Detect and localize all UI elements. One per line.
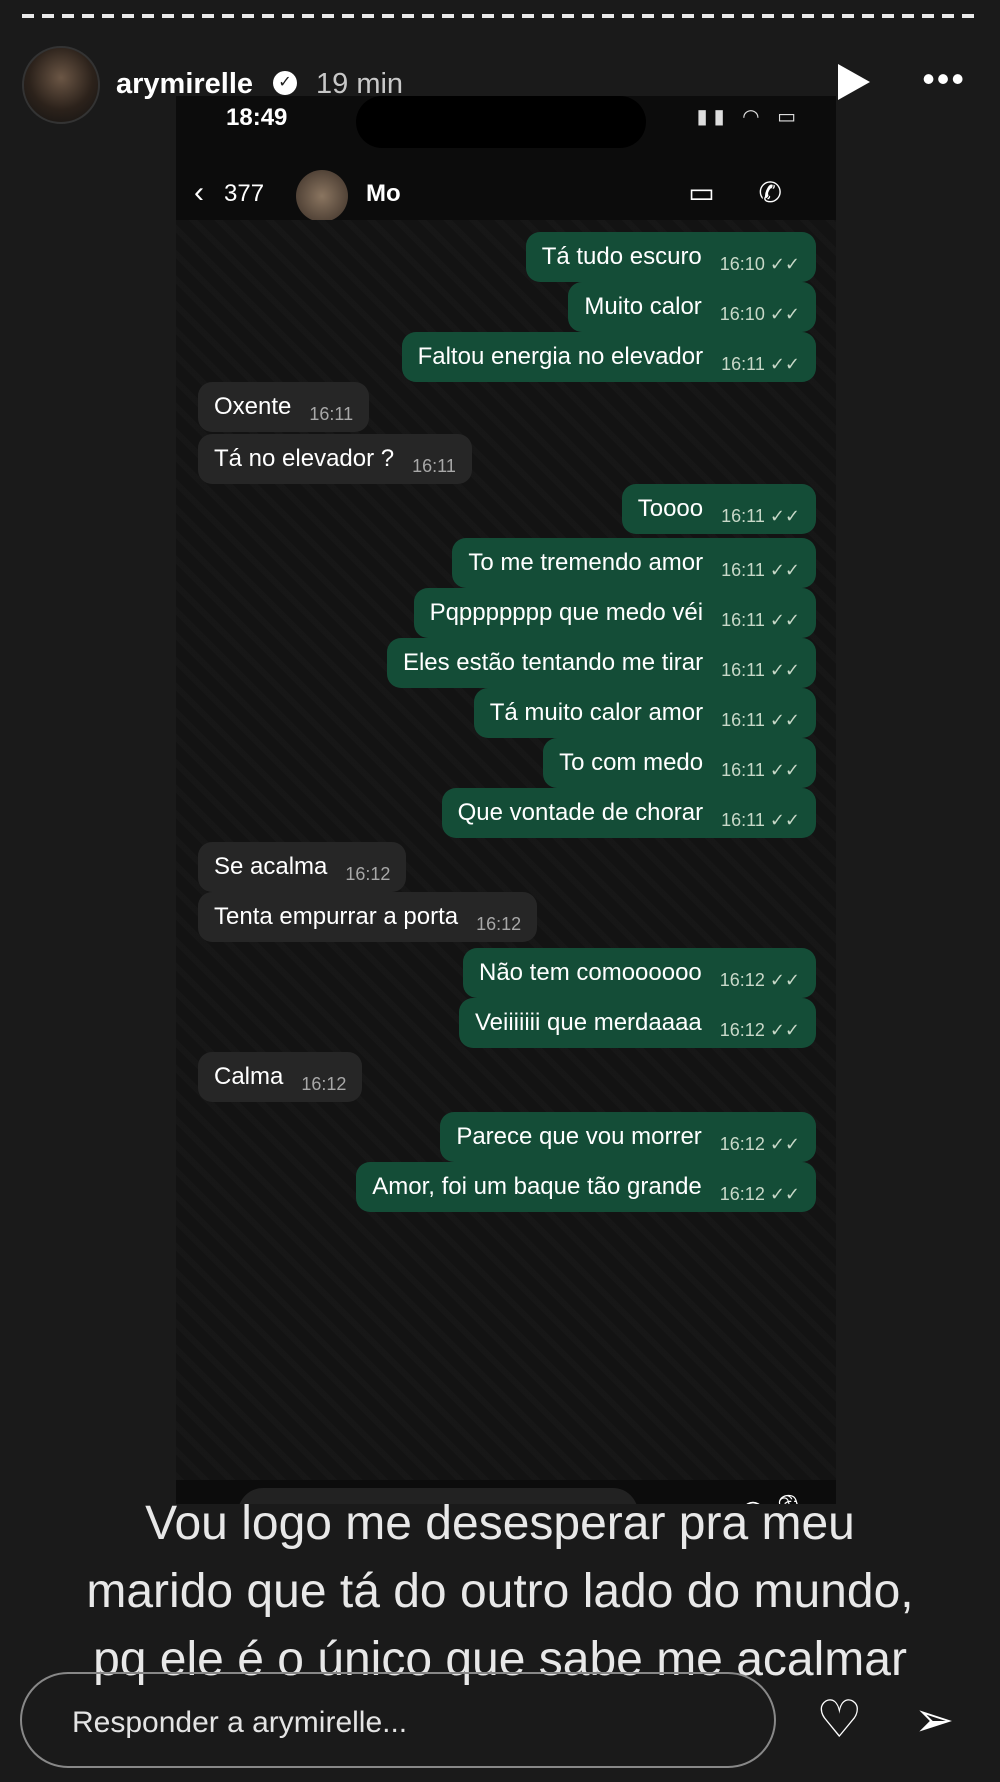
message-bubble-sent[interactable]: Tá muito calor amor 16:11 ✓✓: [473, 688, 816, 738]
message-text: To com medo: [559, 749, 704, 776]
caption-line: Vou logo me desesperar pra meu: [145, 1497, 855, 1550]
message-time: 16:11 ✓✓: [721, 760, 800, 780]
message-bubble-received[interactable]: Calma 16:12: [198, 1052, 363, 1102]
message-time: 16:11 ✓✓: [721, 710, 800, 730]
message-text: Veiiiiiii que merdaaaa: [474, 1009, 702, 1036]
message-text: To me tremendo amor: [468, 549, 704, 576]
message-text: Tá tudo escuro: [541, 243, 702, 270]
message-time: 16:11 ✓✓: [721, 660, 800, 680]
message-bubble-sent[interactable]: Eles estão tentando me tirar 16:11 ✓✓: [386, 638, 816, 688]
message-text: Tá muito calor amor: [489, 699, 704, 726]
message-time: 16:10 ✓✓: [719, 304, 800, 324]
caption-line: marido que tá do outro lado do mundo,: [86, 1565, 914, 1618]
message-bubble-sent[interactable]: Veiiiiiii que merdaaaa 16:12 ✓✓: [458, 998, 816, 1048]
message-text: Tenta empurrar a porta: [214, 903, 459, 930]
signal-wifi-battery-icon: ▮▮ ◠ ▭: [696, 106, 802, 128]
message-bubble-sent[interactable]: Que vontade de chorar 16:11 ✓✓: [441, 788, 816, 838]
message-text: Amor, foi um baque tão grande: [372, 1173, 702, 1200]
play-icon[interactable]: [838, 64, 870, 100]
message-time: 16:11: [309, 404, 354, 424]
message-time: 16:12 ✓✓: [719, 1020, 800, 1040]
message-text: Faltou energia no elevador: [417, 343, 704, 370]
message-time: 16:12 ✓✓: [719, 970, 800, 990]
message-bubble-received[interactable]: Tenta empurrar a porta 16:12: [198, 892, 538, 942]
message-bubble-sent[interactable]: Faltou energia no elevador 16:11 ✓✓: [401, 332, 816, 382]
message-time: 16:12 ✓✓: [719, 1134, 800, 1154]
story-caption: Vou logo me desesperar pra meu marido qu…: [0, 1490, 1000, 1694]
message-bubble-received[interactable]: Tá no elevador ? 16:11: [198, 434, 472, 484]
message-time: 16:11: [412, 456, 456, 476]
message-bubble-received[interactable]: Se acalma 16:12: [198, 842, 407, 892]
avatar[interactable]: [22, 46, 100, 124]
more-options-icon[interactable]: •••: [922, 58, 966, 100]
message-text: Se acalma: [214, 853, 328, 880]
like-heart-icon[interactable]: ♡: [816, 1690, 863, 1750]
message-list: Tá tudo escuro 16:10 ✓✓ Muito calor 16:10 ✓…: [176, 220, 836, 1480]
verified-icon: ✓: [273, 71, 297, 95]
message-time: 16:12: [476, 914, 522, 934]
message-time: 16:12: [345, 864, 391, 884]
message-bubble-sent[interactable]: Não tem comoooooo 16:12 ✓✓: [462, 948, 816, 998]
dynamic-island: [356, 96, 646, 148]
message-bubble-sent[interactable]: Tá tudo escuro 16:10 ✓✓: [525, 232, 816, 282]
reply-input[interactable]: Responder a arymirelle...: [20, 1672, 776, 1768]
contact-avatar[interactable]: [296, 170, 348, 222]
send-icon[interactable]: ➢: [914, 1692, 954, 1748]
message-text: Oxente: [214, 393, 292, 420]
reply-placeholder: Responder a arymirelle...: [72, 1706, 408, 1739]
message-text: Não tem comoooooo: [478, 959, 702, 986]
message-bubble-sent[interactable]: Parece que vou morrer 16:12 ✓✓: [440, 1112, 816, 1162]
message-text: Eles estão tentando me tirar: [402, 649, 704, 676]
contact-name[interactable]: Mo: [366, 180, 401, 208]
message-bubble-sent[interactable]: Muito calor 16:10 ✓✓: [568, 282, 816, 332]
message-bubble-sent[interactable]: To com medo 16:11 ✓✓: [543, 738, 816, 788]
message-time: 16:11 ✓✓: [721, 506, 800, 526]
message-time: 16:11 ✓✓: [721, 810, 800, 830]
message-bubble-sent[interactable]: Amor, foi um baque tão grande 16:12 ✓✓: [356, 1162, 816, 1212]
story-progress-bar: [22, 14, 978, 18]
message-text: Calma: [214, 1063, 284, 1090]
message-text: Tá no elevador ?: [214, 445, 395, 472]
message-bubble-received[interactable]: Oxente 16:11: [198, 382, 370, 432]
unread-count[interactable]: 377: [224, 180, 264, 208]
message-time: 16:10 ✓✓: [719, 254, 800, 274]
message-bubble-sent[interactable]: Toooo 16:11 ✓✓: [621, 484, 816, 534]
status-bar: 18:49 ▮▮ ◠ ▭: [176, 96, 836, 156]
video-call-icon[interactable]: ▭ ✆: [688, 176, 800, 209]
message-time: 16:12: [301, 1074, 347, 1094]
message-text: Muito calor: [584, 293, 702, 320]
message-time: 16:11 ✓✓: [721, 560, 800, 580]
screenshot-phone: 18:49 ▮▮ ◠ ▭ ‹ 377 Mo ▭ ✆ Tá tudo escuro…: [176, 96, 836, 1504]
message-text: Pqppppppp que medo véi: [429, 599, 704, 626]
message-time: 16:11 ✓✓: [721, 354, 800, 374]
message-bubble-sent[interactable]: Pqppppppp que medo véi 16:11 ✓✓: [413, 588, 816, 638]
message-bubble-sent[interactable]: To me tremendo amor 16:11 ✓✓: [452, 538, 816, 588]
back-icon[interactable]: ‹: [194, 176, 204, 210]
message-time: 16:11 ✓✓: [721, 610, 800, 630]
message-text: Que vontade de chorar: [457, 799, 704, 826]
message-text: Parece que vou morrer: [456, 1123, 702, 1150]
clock: 18:49: [226, 104, 288, 131]
message-time: 16:12 ✓✓: [719, 1184, 800, 1204]
message-text: Toooo: [637, 495, 704, 522]
